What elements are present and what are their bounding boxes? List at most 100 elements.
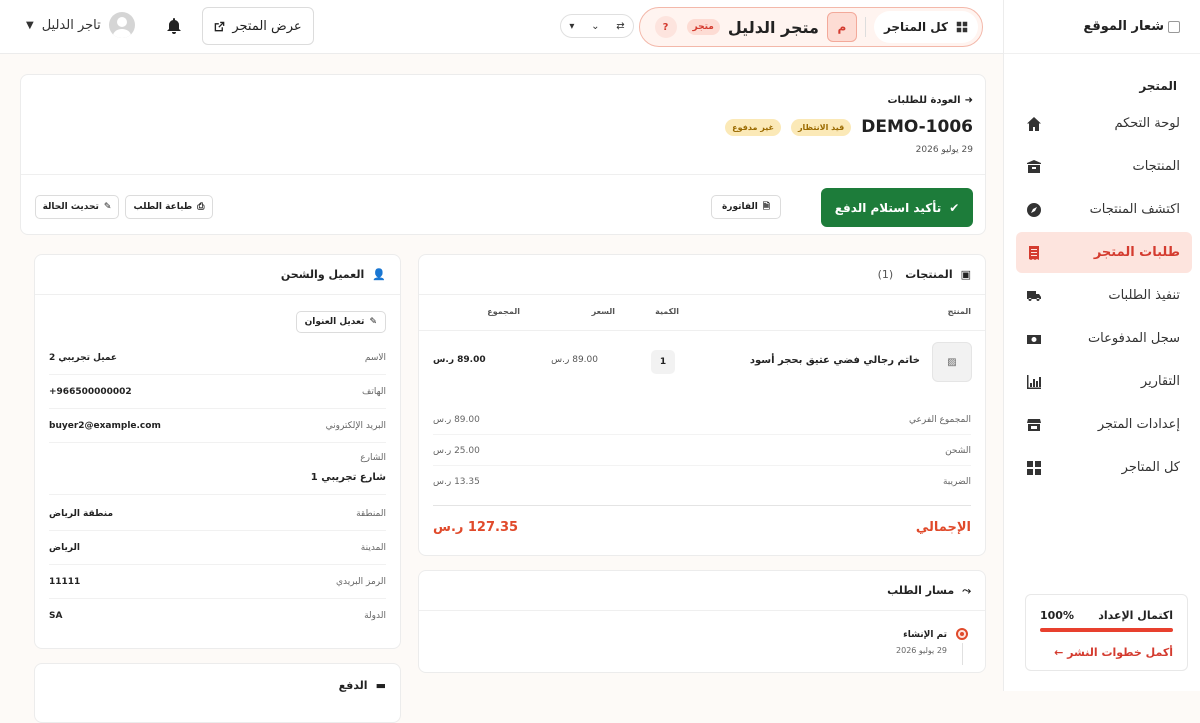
home-icon	[1027, 116, 1041, 131]
shipping-value: 25.00 ر.س	[433, 446, 480, 456]
payment-card-title: ▬ الدفع	[35, 664, 400, 706]
field-value: 11111	[49, 576, 81, 587]
user-name: تاجر الدليل	[41, 17, 101, 33]
subtotal-label: المجموع الفرعي	[909, 415, 971, 425]
customer-row-street: الشارع شارع تجريبي 1	[49, 445, 386, 495]
all-stores-label: كل المتاجر	[883, 20, 948, 34]
broken-image-icon	[1168, 20, 1180, 33]
printer-icon: ⎙	[197, 202, 205, 212]
subtotal-row: المجموع الفرعي 89.00 ر.س	[433, 415, 971, 435]
timeline-date: 29 يوليو 2026	[896, 646, 947, 655]
all-stores-button[interactable]: كل المتاجر	[873, 11, 978, 43]
invoice-button[interactable]: 🗎 الفاتورة	[711, 195, 781, 219]
field-label: الرمز البريدي	[335, 576, 386, 587]
box-icon: ▣	[960, 268, 971, 281]
complete-steps-link[interactable]: أكمل خطوات النشر ←	[1040, 646, 1173, 659]
customer-title: العميل والشحن	[280, 268, 365, 281]
field-value: SA	[49, 611, 63, 621]
column-header-product: المنتج	[947, 307, 971, 316]
shipping-row: الشحن 25.00 ر.س	[433, 446, 971, 466]
caret-down-icon: ▾	[569, 20, 575, 32]
column-header-qty: الكمية	[655, 307, 679, 316]
sidebar-item-payments[interactable]: سجل المدفوعات	[1016, 318, 1192, 359]
sidebar-item-label: اكتشف المنتجات	[1089, 202, 1180, 217]
field-value: منطقة الرياض	[49, 508, 114, 519]
field-value: buyer2@example.com	[49, 420, 161, 431]
products-title: المنتجات	[905, 268, 953, 281]
topbar: كل المتاجر م متجر الدليل متجر ? ⇄ ⌄ ▾ عر…	[0, 0, 1003, 54]
arrow-right-icon: ➜	[964, 95, 973, 106]
bell-icon[interactable]	[167, 18, 181, 34]
sidebar-item-dashboard[interactable]: لوحة التحكم	[1016, 103, 1192, 144]
user-menu[interactable]: تاجر الدليل ▼	[26, 12, 135, 38]
field-value: +966500000002	[49, 386, 132, 397]
customer-row-name: الاسم عميل تجريبي 2	[49, 341, 386, 375]
external-link-icon	[215, 21, 225, 31]
customer-row-country: الدولة SA	[49, 599, 386, 633]
order-id: DEMO-1006	[861, 117, 973, 137]
product-thumbnail: ▨	[932, 342, 972, 382]
image-icon: ▨	[947, 356, 957, 368]
site-logo[interactable]: شعار الموقع	[1004, 0, 1200, 54]
setup-title: اكتمال الإعداد	[1098, 609, 1173, 622]
sidebar-item-reports[interactable]: التقارير	[1016, 361, 1192, 402]
edit-address-label: تعديل العنوان	[304, 317, 365, 327]
sidebar-item-label: طلبات المتجر	[1093, 245, 1180, 260]
credit-card-icon: ▬	[375, 678, 386, 692]
timeline-event: تم الإنشاء	[903, 630, 947, 640]
order-date: 29 يوليو 2026	[915, 145, 973, 155]
sidebar-item-fulfillment[interactable]: تنفيذ الطلبات	[1016, 275, 1192, 316]
customer-row-city: المدينة الرياض	[49, 531, 386, 565]
truck-icon	[1027, 290, 1041, 301]
sidebar-item-all-stores[interactable]: كل المتاجر	[1016, 447, 1192, 488]
sidebar-item-orders[interactable]: طلبات المتجر	[1016, 232, 1192, 273]
view-store-button[interactable]: عرض المتجر	[202, 7, 314, 45]
grid-icon	[1027, 460, 1041, 475]
sidebar-item-label: سجل المدفوعات	[1087, 331, 1180, 346]
store-avatar: م	[826, 12, 857, 42]
tracking-title: مسار الطلب	[887, 584, 955, 597]
sidebar-item-discover[interactable]: اكتشف المنتجات	[1016, 189, 1192, 230]
store-role-badge: متجر	[686, 19, 720, 35]
customer-row-phone: الهاتف +966500000002	[49, 375, 386, 409]
store-switch-dropdown[interactable]: ⇄ ⌄ ▾	[560, 14, 634, 38]
product-qty: 1	[651, 350, 675, 374]
check-icon: ✔	[949, 200, 960, 215]
status-badge-pending: قيد الانتظار	[790, 118, 852, 136]
compass-icon	[1027, 202, 1041, 217]
sidebar-item-label: لوحة التحكم	[1114, 116, 1180, 131]
column-header-price: السعر	[591, 307, 615, 316]
update-status-button[interactable]: ✎ تحديث الحالة	[35, 195, 119, 219]
pencil-icon: ✎	[103, 202, 112, 212]
shipping-label: الشحن	[945, 446, 971, 456]
field-label: الاسم	[364, 352, 386, 363]
print-order-button[interactable]: ⎙ طباعة الطلب	[125, 195, 213, 219]
products-card-title: ▣ المنتجات (1)	[419, 255, 985, 295]
swap-icon: ⇄	[616, 20, 625, 32]
status-badge-unpaid: غير مدفوع	[725, 118, 781, 136]
print-label: طباعة الطلب	[133, 202, 193, 212]
back-to-orders-link[interactable]: ➜ العودة للطلبات	[887, 95, 973, 106]
product-name[interactable]: خاتم رجالي فضي عتيق بحجر أسود	[750, 355, 920, 366]
view-store-label: عرض المتجر	[232, 18, 302, 34]
confirm-payment-button[interactable]: ✔ تأكيد استلام الدفع	[821, 188, 973, 227]
store-name: متجر الدليل	[727, 17, 819, 37]
sidebar: شعار الموقع المتجر لوحة التحكم المنتجات …	[1003, 0, 1200, 691]
back-label: العودة للطلبات	[887, 95, 961, 106]
customer-shipping-card: 👤 العميل والشحن ✎ تعديل العنوان الاسم عمي…	[34, 254, 401, 649]
products-card: ▣ المنتجات (1) المنتج الكمية السعر المجم…	[418, 254, 986, 556]
customer-row-region: المنطقة منطقة الرياض	[49, 497, 386, 531]
column-header-total: المجموع	[487, 307, 520, 316]
logo-alt-text: شعار الموقع	[1083, 19, 1164, 34]
help-button[interactable]: ?	[654, 16, 677, 38]
invoice-label: الفاتورة	[721, 202, 758, 212]
sidebar-item-settings[interactable]: إعدادات المتجر	[1016, 404, 1192, 445]
edit-address-button[interactable]: ✎ تعديل العنوان	[295, 311, 386, 333]
sidebar-section-label: المتجر	[1139, 79, 1177, 93]
grand-total-value: 127.35 ر.س	[433, 520, 519, 535]
tracking-card-title: ⤳ مسار الطلب	[419, 571, 985, 611]
field-label: الدولة	[364, 611, 386, 621]
sidebar-item-products[interactable]: المنتجات	[1016, 146, 1192, 187]
pencil-icon: ✎	[369, 317, 377, 327]
payment-title: الدفع	[338, 678, 368, 692]
